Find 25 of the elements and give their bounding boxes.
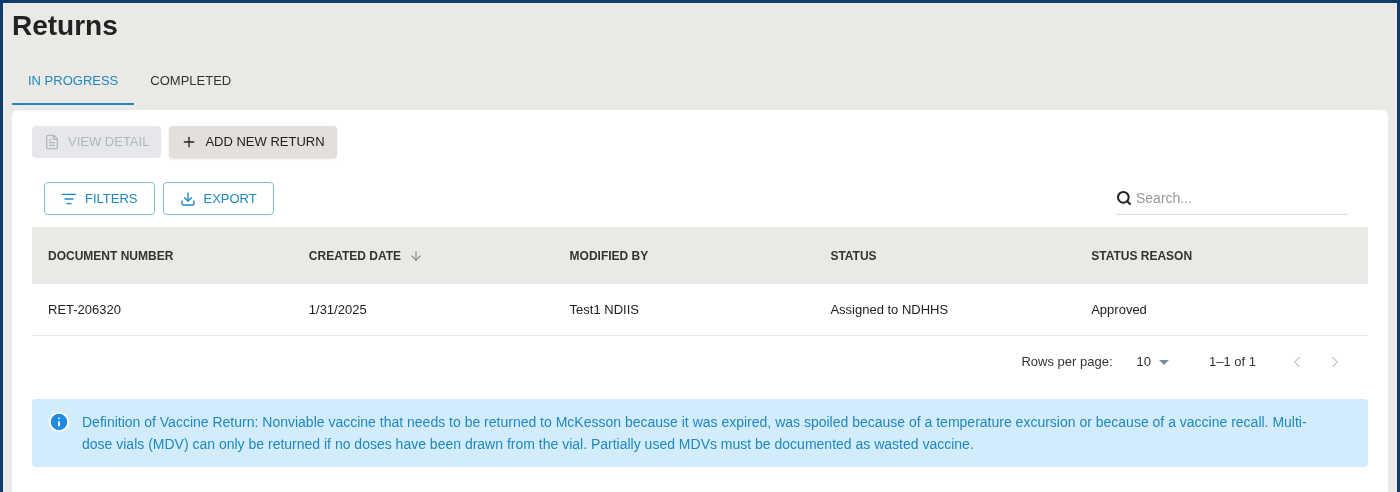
column-header[interactable]: DOCUMENT NUMBER — [48, 246, 174, 265]
page-range: 1–1 of 1 — [1209, 353, 1256, 372]
add-button[interactable]: ADD NEW RETURN — [169, 126, 337, 158]
filters-button[interactable]: FILTERS — [44, 182, 155, 215]
page-title: Returns — [12, 9, 119, 43]
document-icon — [44, 134, 60, 150]
table-cell-text: Assigned to NDHHS — [830, 300, 950, 319]
search-icon — [1116, 190, 1132, 206]
column-header[interactable]: MODIFIED BY — [569, 246, 649, 265]
tab[interactable]: COMPLETED — [134, 59, 248, 105]
table-cell-text: Approved — [1091, 300, 1148, 319]
search-field[interactable]: Search... — [1136, 187, 1348, 209]
export-button[interactable]: EXPORT — [162, 182, 274, 215]
table-cell-text: 1/31/2025 — [308, 300, 368, 319]
info-text: Definition of Vaccine Return: Nonviable vaccine that needs to be returned to McKesson because it was expired, was spoiled because of a temperature excursion or because of a vaccine recall. Multi-dose vials (MDV) can only be returned if no doses have been drawn from the vial. Partially used MDVs must be documented as wasted vaccine. — [82, 413, 1308, 454]
download-icon — [179, 190, 196, 207]
rows-per-page-select[interactable]: 10 — [1136, 352, 1169, 372]
table-cell-text: Test1 NDIIS — [569, 300, 640, 319]
dropdown-caret-icon — [1159, 359, 1169, 365]
info-icon — [48, 411, 70, 433]
table-cell-text: RET-206320 — [48, 300, 122, 319]
column-header[interactable]: CREATED DATE — [308, 246, 402, 265]
column-header[interactable]: STATUS — [830, 246, 877, 265]
rows-per-page-label: Rows per page: — [1021, 353, 1113, 372]
column-header[interactable]: STATUS REASON — [1091, 246, 1193, 265]
